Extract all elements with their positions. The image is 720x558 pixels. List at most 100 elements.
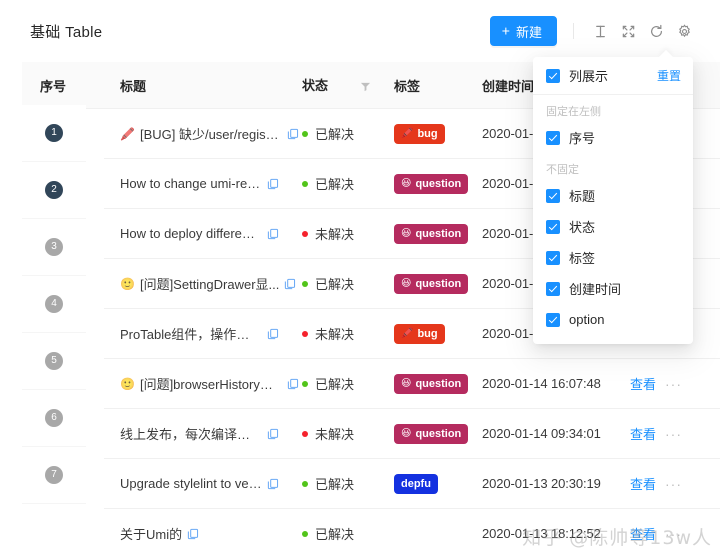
row-tag-cell — [394, 508, 482, 558]
tag-badge: depfu — [394, 473, 438, 494]
row-title-cell[interactable]: 关于Umi的 — [104, 508, 302, 558]
copy-icon[interactable] — [267, 178, 279, 190]
option-inner: 查看 ··· — [630, 374, 720, 393]
filter-icon[interactable] — [360, 80, 371, 95]
tag-badge: 😃 question — [394, 173, 469, 194]
row-state-cell: 未解决 — [302, 408, 394, 459]
view-link[interactable]: 查看 — [630, 424, 656, 443]
row-title-cell[interactable]: Upgrade stylelint to versio... — [104, 458, 302, 509]
tag-emoji-icon: 😃 — [401, 278, 412, 289]
column-setting-select-all-checkbox[interactable] — [546, 68, 560, 83]
column-setting-item-checkbox[interactable] — [546, 312, 560, 327]
title-text: [问题]browserHistory模... — [139, 377, 282, 392]
state-inner: 已解决 — [302, 374, 394, 393]
column-setting-item[interactable]: 标题 — [533, 180, 693, 211]
more-actions-icon[interactable]: ··· — [665, 477, 682, 491]
title-inner: 🙂 [问题]browserHistory模... — [120, 374, 302, 393]
view-link[interactable]: 查看 — [630, 374, 656, 393]
copy-icon[interactable] — [287, 378, 299, 390]
status-label: 已解决 — [315, 277, 355, 292]
tag-label: question — [415, 177, 462, 190]
copy-icon[interactable] — [267, 428, 279, 440]
settings-gear-icon[interactable] — [670, 17, 698, 45]
column-setting-item-label: 创建时间 — [569, 282, 622, 297]
column-setting-item[interactable]: option — [533, 304, 693, 335]
view-link[interactable]: 查看 — [630, 474, 656, 493]
column-setting-item-label: option — [569, 312, 605, 327]
table-row[interactable]: 🙂 [问题]browserHistory模... 已解决 😃 question 2020-… — [22, 358, 720, 409]
column-setting-item-checkbox[interactable] — [546, 219, 560, 234]
row-title-cell[interactable]: 🙂 [问题]SettingDrawer显... — [104, 258, 302, 309]
row-title-cell[interactable]: 🙂 [问题]browserHistory模... — [104, 358, 302, 409]
row-time-cell: 2020-01-14 16:07:48 — [482, 358, 630, 409]
state-inner: 已解决 — [302, 124, 394, 143]
more-actions-icon[interactable]: ··· — [665, 377, 682, 391]
copy-icon[interactable] — [267, 228, 279, 240]
row-title-cell[interactable]: ProTable组件，操作表格右... — [104, 308, 302, 359]
copy-icon[interactable] — [267, 328, 279, 340]
status-dot-icon — [302, 280, 308, 287]
table-row[interactable]: Upgrade stylelint to versio... 已解决 depfu 20… — [22, 458, 720, 509]
column-setting-item[interactable]: 创建时间 — [533, 273, 693, 304]
column-setting-item[interactable]: 序号 — [533, 122, 693, 153]
option-inner: 查看 ··· — [630, 474, 720, 493]
row-option-cell: 查看 ··· — [630, 358, 720, 409]
more-actions-icon[interactable]: ··· — [665, 427, 682, 441]
column-setting-header-left: 列展示 — [546, 66, 608, 85]
column-setting-body: 固定在左侧 序号 不固定 标题 状态 标签 创建时间 option — [533, 95, 693, 335]
column-setting-item-checkbox[interactable] — [546, 130, 560, 145]
plus-icon: + — [501, 22, 510, 39]
row-title-cell[interactable]: How to deploy different en... — [104, 208, 302, 259]
tag-badge: 🖍️ bug — [394, 123, 445, 144]
more-actions-icon[interactable]: ··· — [665, 527, 682, 541]
column-setting-dropdown: 列展示 重置 固定在左侧 序号 不固定 标题 状态 标签 创建时间 option — [533, 57, 693, 344]
new-button[interactable]: + 新建 — [489, 16, 557, 46]
copy-icon[interactable] — [187, 528, 199, 540]
column-header-tag: 标签 — [394, 62, 482, 109]
column-setting-item[interactable]: 标签 — [533, 242, 693, 273]
row-index-cell — [22, 508, 104, 558]
title-inner: 🖍️ [BUG] 缺少/user/registe... — [120, 124, 302, 143]
status-dot-icon — [302, 130, 308, 137]
row-title-cell[interactable]: 🖍️ [BUG] 缺少/user/registe... — [104, 108, 302, 159]
table-row[interactable]: 线上发布，每次编译打包... 未解决 😃 question 2020-01-14 09:… — [22, 408, 720, 459]
row-time-cell: 2020-01-14 09:34:01 — [482, 408, 630, 459]
column-setting-item-label: 序号 — [569, 131, 596, 146]
column-setting-group-label: 固定在左侧 — [546, 106, 601, 118]
row-tag-cell: 🖍️ bug — [394, 308, 482, 359]
column-setting-reset-link[interactable]: 重置 — [657, 67, 681, 84]
index-cell: 4 — [22, 276, 86, 333]
status-label: 未解决 — [315, 427, 355, 442]
row-option-cell: 查看 ··· — [630, 408, 720, 459]
copy-icon[interactable] — [267, 478, 279, 490]
index-badge: 7 — [45, 466, 63, 484]
status-label: 已解决 — [315, 177, 355, 192]
table-row[interactable]: 关于Umi的 已解决 2020-01-13 18:12:52 查看 ··· — [22, 508, 720, 558]
row-state-cell: 已解决 — [302, 508, 394, 558]
page-title: 基础 Table — [30, 23, 103, 41]
tag-emoji-icon: 😃 — [401, 178, 412, 189]
row-title-cell[interactable]: How to change umi-reques... — [104, 158, 302, 209]
copy-icon[interactable] — [287, 128, 299, 140]
column-setting-item[interactable]: 状态 — [533, 211, 693, 242]
column-setting-item-checkbox[interactable] — [546, 188, 560, 203]
reload-icon[interactable] — [642, 17, 670, 45]
column-setting-item-checkbox[interactable] — [546, 250, 560, 265]
status-dot-icon — [302, 530, 308, 537]
row-title-cell[interactable]: 线上发布，每次编译打包... — [104, 408, 302, 459]
fullscreen-icon[interactable] — [614, 17, 642, 45]
row-tag-cell: 😃 question — [394, 408, 482, 459]
tag-emoji-icon: 😃 — [401, 228, 412, 239]
state-inner: 已解决 — [302, 524, 394, 543]
density-icon[interactable] — [586, 17, 614, 45]
tag-label: bug — [417, 127, 438, 140]
status-label: 已解决 — [315, 477, 355, 492]
title-text: [问题]SettingDrawer显... — [139, 277, 280, 292]
tag-badge: 😃 question — [394, 423, 469, 444]
status-dot-icon — [302, 230, 308, 237]
row-option-cell: 查看 ··· — [630, 508, 720, 558]
view-link[interactable]: 查看 — [630, 524, 656, 543]
title-text: 关于Umi的 — [120, 527, 183, 542]
copy-icon[interactable] — [284, 278, 296, 290]
column-setting-item-checkbox[interactable] — [546, 281, 560, 296]
